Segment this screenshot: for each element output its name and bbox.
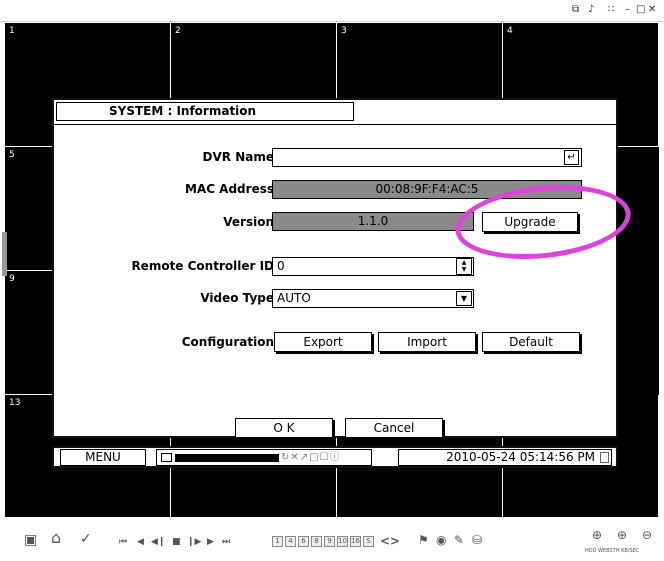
configuration-label: Configuration bbox=[181, 335, 274, 349]
datetime-display: 2010-05-24 05:14:56 PM bbox=[398, 449, 612, 466]
channel-box-16[interactable]: 16 bbox=[350, 536, 361, 547]
camera-icon[interactable]: ▣ bbox=[24, 533, 37, 547]
search-icon[interactable]: ✓ bbox=[80, 532, 92, 546]
ok-button[interactable]: O K bbox=[235, 418, 333, 438]
disk-icon[interactable]: ⛁ bbox=[472, 533, 482, 547]
side-panel-handle[interactable] bbox=[2, 232, 7, 276]
video-type-select[interactable]: AUTO ▼ bbox=[272, 289, 474, 308]
last-icon[interactable]: ⏭ bbox=[222, 535, 230, 549]
channel-number: 1 bbox=[9, 26, 15, 36]
toolbar-footnote: HDD WEBSTH KB/SEC bbox=[585, 548, 640, 554]
channel-number: 5 bbox=[9, 150, 15, 160]
record-icon[interactable]: ◉ bbox=[436, 533, 446, 547]
pen-icon[interactable]: ✎ bbox=[454, 533, 464, 547]
zoom-out-icon[interactable]: ⊖ bbox=[642, 528, 652, 542]
disk-usage-bar bbox=[175, 454, 279, 462]
chevron-down-icon[interactable]: ▼ bbox=[456, 291, 472, 306]
next-page-icon[interactable]: > bbox=[390, 534, 400, 548]
stop-icon[interactable]: ■ bbox=[172, 535, 181, 549]
remote-controller-id-field[interactable]: 0 ▲ ▼ bbox=[272, 257, 474, 276]
channel-box-4[interactable]: 4 bbox=[285, 536, 296, 547]
stepper-up-icon[interactable]: ▲ bbox=[457, 259, 471, 266]
window-title-bar: ⧉ ♪ ∷ – □ ✕ bbox=[0, 0, 664, 22]
hdd-icon bbox=[161, 453, 172, 462]
channel-number: 2 bbox=[175, 26, 181, 36]
system-information-dialog: SYSTEM : Information DVR Name : ↵ MAC Ad… bbox=[52, 98, 618, 438]
cancel-button[interactable]: Cancel bbox=[345, 418, 443, 438]
home-icon[interactable]: ⌂ bbox=[51, 530, 61, 546]
video-type-label: Video Type bbox=[200, 291, 274, 305]
channel-box-10[interactable]: 10 bbox=[337, 536, 348, 547]
dialog-title: SYSTEM : Information bbox=[56, 102, 354, 121]
remote-controller-id-label: Remote Controller ID bbox=[131, 259, 274, 273]
channel-number: 3 bbox=[341, 26, 347, 36]
status-icons: ↻✕↗□☐ⓘ bbox=[281, 452, 341, 463]
step-back-icon[interactable]: ◀❙ bbox=[151, 535, 165, 549]
import-button[interactable]: Import bbox=[378, 332, 476, 352]
calendar-icon[interactable] bbox=[600, 452, 609, 463]
channel-box-seq[interactable]: S bbox=[363, 536, 374, 547]
mac-address-field: 00:08:9F:F4:AC:5 bbox=[272, 180, 582, 199]
dvr-name-field[interactable]: ↵ bbox=[272, 148, 582, 167]
speaker-icon[interactable]: ♪ bbox=[588, 4, 594, 16]
channel-box-8[interactable]: 8 bbox=[311, 536, 322, 547]
play-icon[interactable]: ▶ bbox=[207, 535, 214, 549]
alarm-icon[interactable]: ⚑ bbox=[418, 533, 429, 547]
disk-status: ↻✕↗□☐ⓘ bbox=[156, 449, 372, 466]
channel-number: 4 bbox=[507, 26, 513, 36]
zoom-in-icon[interactable]: ⊕ bbox=[592, 528, 602, 542]
version-field: 1.1.0 bbox=[272, 212, 474, 231]
channel-box-6[interactable]: 6 bbox=[298, 536, 309, 547]
rewind-icon[interactable]: ◀ bbox=[137, 535, 144, 549]
maximize-icon[interactable]: □ bbox=[636, 4, 645, 16]
prev-page-icon[interactable]: < bbox=[380, 534, 390, 548]
mac-address-label: MAC Address bbox=[184, 182, 274, 196]
enter-icon[interactable]: ↵ bbox=[564, 150, 579, 165]
status-bar: MENU ↻✕↗□☐ⓘ 2010-05-24 05:14:56 PM bbox=[52, 446, 618, 468]
layout-icon[interactable]: ∷ bbox=[608, 4, 614, 16]
remote-controller-id-value: 0 bbox=[277, 259, 285, 273]
first-icon[interactable]: ⏮ bbox=[119, 535, 127, 549]
channel-box-9[interactable]: 9 bbox=[324, 536, 335, 547]
step-forward-icon[interactable]: ❙▶ bbox=[187, 535, 201, 549]
close-icon[interactable]: ✕ bbox=[648, 4, 656, 16]
dvr-name-label: DVR Name bbox=[202, 150, 274, 164]
video-type-value: AUTO bbox=[277, 291, 311, 305]
minimize-icon[interactable]: – bbox=[625, 4, 630, 16]
stepper-down-icon[interactable]: ▼ bbox=[457, 266, 471, 273]
datetime-text: 2010-05-24 05:14:56 PM bbox=[446, 450, 595, 464]
dialog-title-divider bbox=[54, 124, 616, 125]
channel-box-1[interactable]: 1 bbox=[272, 536, 283, 547]
default-button[interactable]: Default bbox=[482, 332, 580, 352]
channel-number: 9 bbox=[9, 274, 15, 284]
window-icon-1[interactable]: ⧉ bbox=[572, 4, 579, 16]
export-button[interactable]: Export bbox=[274, 332, 372, 352]
zoom-area-icon[interactable]: ⊕ bbox=[617, 528, 627, 542]
menu-button[interactable]: MENU bbox=[60, 449, 146, 466]
version-label: Version bbox=[223, 215, 274, 229]
channel-number: 13 bbox=[9, 398, 21, 408]
upgrade-button[interactable]: Upgrade bbox=[482, 212, 578, 232]
id-stepper[interactable]: ▲ ▼ bbox=[456, 258, 472, 275]
